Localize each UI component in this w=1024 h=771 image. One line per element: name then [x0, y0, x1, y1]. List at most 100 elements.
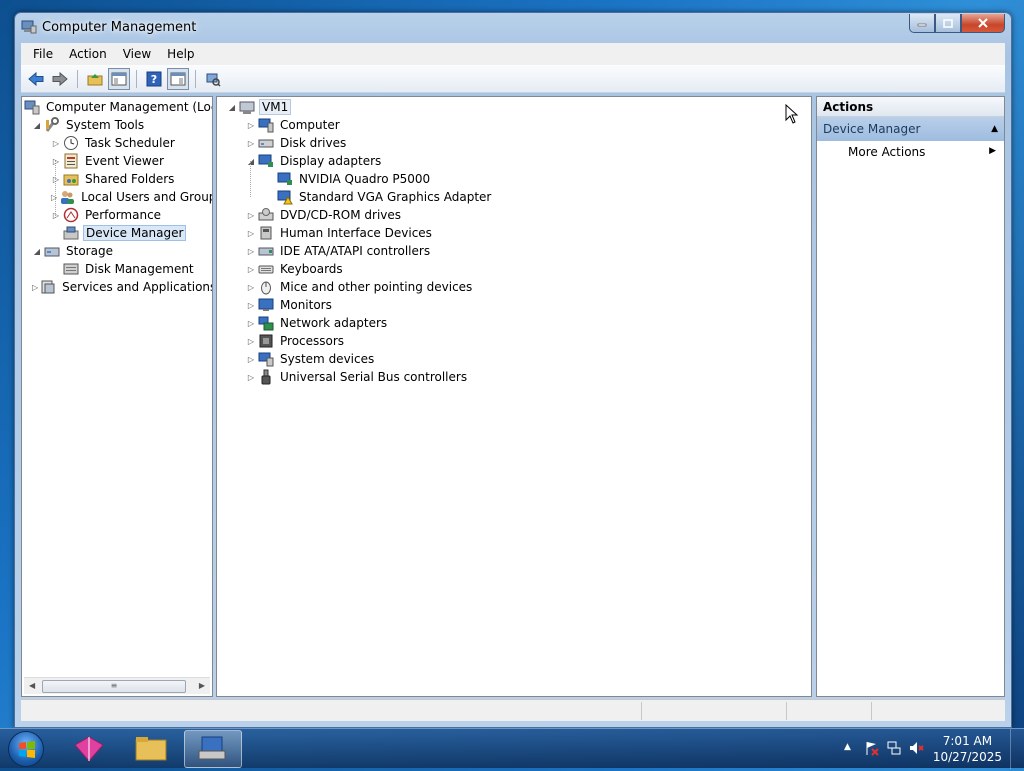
expand-arrow-icon[interactable]: ▷ — [51, 156, 61, 166]
device-category-processors[interactable]: ▷ Processors — [217, 332, 811, 350]
show-hide-action-pane-button[interactable] — [167, 67, 189, 90]
show-hide-console-tree-button[interactable] — [108, 67, 130, 90]
device-category-mice[interactable]: ▷ Mice and other pointing devices — [217, 278, 811, 296]
actions-section-device-manager[interactable]: Device Manager ▲ — [817, 117, 1004, 141]
menu-help[interactable]: Help — [159, 47, 202, 61]
scroll-right-arrow-icon[interactable]: ▶ — [199, 681, 205, 690]
minimize-button[interactable] — [909, 14, 935, 33]
expand-arrow-icon[interactable]: ▷ — [246, 300, 256, 310]
processor-icon — [258, 333, 274, 349]
show-desktop-button[interactable] — [1010, 729, 1024, 769]
device-category-computer[interactable]: ▷ Computer — [217, 116, 811, 134]
network-icon[interactable] — [886, 740, 902, 756]
device-category-monitors[interactable]: ▷ Monitors — [217, 296, 811, 314]
back-button[interactable] — [25, 68, 47, 90]
device-standard-vga-adapter[interactable]: Standard VGA Graphics Adapter — [217, 188, 811, 206]
device-category-ide-ata[interactable]: ▷ IDE ATA/ATAPI controllers — [217, 242, 811, 260]
title-bar[interactable]: Computer Management — [15, 13, 1011, 43]
tree-label: Computer — [280, 118, 340, 132]
collapse-up-icon[interactable]: ▲ — [991, 124, 998, 134]
maximize-button[interactable] — [935, 14, 961, 33]
volume-muted-icon[interactable] — [908, 740, 924, 756]
collapse-arrow-icon[interactable]: ◢ — [32, 246, 42, 256]
start-button[interactable] — [8, 731, 44, 767]
menu-bar: File Action View Help — [21, 43, 1005, 65]
tree-item-disk-management[interactable]: Disk Management — [22, 260, 212, 278]
device-category-hid[interactable]: ▷ Human Interface Devices — [217, 224, 811, 242]
mouse-icon — [258, 279, 274, 295]
ide-controller-icon — [258, 243, 274, 259]
clock[interactable]: 7:01 AM 10/27/2025 — [933, 733, 1002, 765]
expand-arrow-icon[interactable]: ▷ — [246, 354, 256, 364]
device-tree-root-vm1[interactable]: ◢ VM1 — [217, 98, 811, 116]
expand-arrow-icon[interactable]: ▷ — [246, 246, 256, 256]
tree-item-performance[interactable]: ▷ Performance — [22, 206, 212, 224]
close-button[interactable] — [961, 14, 1005, 33]
computer-icon — [258, 117, 274, 133]
tree-item-storage[interactable]: ◢ Storage — [22, 242, 212, 260]
expand-arrow-icon[interactable]: ▷ — [51, 210, 61, 220]
expand-arrow-icon[interactable]: ▷ — [246, 318, 256, 328]
expand-arrow-icon[interactable]: ▷ — [246, 138, 256, 148]
tree-item-computer-management[interactable]: Computer Management (Local — [22, 98, 212, 116]
scroll-left-arrow-icon[interactable]: ◀ — [29, 681, 35, 690]
expand-arrow-icon[interactable]: ▷ — [51, 192, 57, 202]
expand-arrow-icon[interactable]: ▷ — [246, 210, 256, 220]
tree-item-system-tools[interactable]: ◢ System Tools — [22, 116, 212, 134]
taskbar-computer-management[interactable] — [184, 730, 242, 768]
submenu-arrow-icon: ▶ — [989, 146, 996, 156]
expand-arrow-icon[interactable]: ▷ — [246, 264, 256, 274]
menu-file[interactable]: File — [25, 47, 61, 61]
horizontal-scrollbar[interactable]: ◀ ≡ ▶ — [24, 677, 210, 694]
forward-arrow-icon — [52, 71, 68, 86]
expand-arrow-icon[interactable]: ▷ — [246, 228, 256, 238]
device-category-keyboards[interactable]: ▷ Keyboards — [217, 260, 811, 278]
device-category-system-devices[interactable]: ▷ System devices — [217, 350, 811, 368]
tree-item-task-scheduler[interactable]: ▷ Task Scheduler — [22, 134, 212, 152]
device-category-dvd-cdrom[interactable]: ▷ DVD/CD-ROM drives — [217, 206, 811, 224]
tree-item-services-applications[interactable]: ▷ Services and Applications — [22, 278, 212, 296]
device-category-disk-drives[interactable]: ▷ Disk drives — [217, 134, 811, 152]
up-one-level-button[interactable] — [84, 68, 106, 90]
tree-label: System devices — [280, 352, 375, 366]
expand-arrow-icon[interactable]: ▷ — [51, 174, 61, 184]
menu-action[interactable]: Action — [61, 47, 115, 61]
actions-pane: Actions Device Manager ▲ More Actions ▶ — [816, 96, 1005, 697]
console-tree-pane[interactable]: Computer Management (Local ◢ System Tool… — [21, 96, 213, 697]
tree-label: Monitors — [280, 298, 332, 312]
help-button[interactable]: ? — [143, 68, 165, 90]
console-tree-icon — [111, 72, 127, 85]
tree-label: Storage — [66, 244, 113, 258]
collapse-arrow-icon[interactable]: ◢ — [227, 102, 237, 112]
tree-item-shared-folders[interactable]: ▷ Shared Folders — [22, 170, 212, 188]
menu-view[interactable]: View — [115, 47, 159, 61]
disk-management-icon — [63, 261, 79, 277]
tree-item-device-manager[interactable]: Device Manager — [22, 224, 212, 242]
tree-item-local-users-groups[interactable]: ▷ Local Users and Groups — [22, 188, 212, 206]
device-category-display-adapters[interactable]: ◢ Display adapters — [217, 152, 811, 170]
action-center-flag-icon[interactable] — [864, 740, 880, 756]
show-hidden-icons-arrow[interactable]: ▲ — [844, 742, 851, 752]
taskbar-file-explorer[interactable] — [122, 730, 180, 768]
scrollbar-thumb[interactable]: ≡ — [42, 680, 186, 693]
expand-arrow-icon[interactable]: ▷ — [246, 120, 256, 130]
expand-arrow-icon[interactable]: ▷ — [246, 282, 256, 292]
caption-buttons — [909, 14, 1005, 34]
computer-management-icon — [21, 20, 37, 34]
device-nvidia-quadro-p5000[interactable]: NVIDIA Quadro P5000 — [217, 170, 811, 188]
expand-arrow-icon[interactable]: ▷ — [51, 138, 61, 148]
device-category-usb-controllers[interactable]: ▷ Universal Serial Bus controllers — [217, 368, 811, 386]
scan-hardware-button[interactable] — [202, 68, 224, 90]
collapse-arrow-icon[interactable]: ◢ — [32, 120, 42, 130]
collapse-arrow-icon[interactable]: ◢ — [246, 156, 256, 166]
more-actions-item[interactable]: More Actions ▶ — [817, 141, 1004, 163]
device-category-network-adapters[interactable]: ▷ Network adapters — [217, 314, 811, 332]
forward-button[interactable] — [49, 68, 71, 90]
expand-arrow-icon[interactable]: ▷ — [246, 336, 256, 346]
expand-arrow-icon[interactable]: ▷ — [32, 282, 38, 292]
taskbar-app-1[interactable] — [60, 730, 118, 768]
tree-item-event-viewer[interactable]: ▷ Event Viewer — [22, 152, 212, 170]
expand-arrow-icon[interactable]: ▷ — [246, 372, 256, 382]
tree-label: Universal Serial Bus controllers — [280, 370, 468, 384]
device-manager-pane[interactable]: ◢ VM1 ▷ Computer ▷ Disk drives ◢ Display adapte… — [216, 96, 812, 697]
